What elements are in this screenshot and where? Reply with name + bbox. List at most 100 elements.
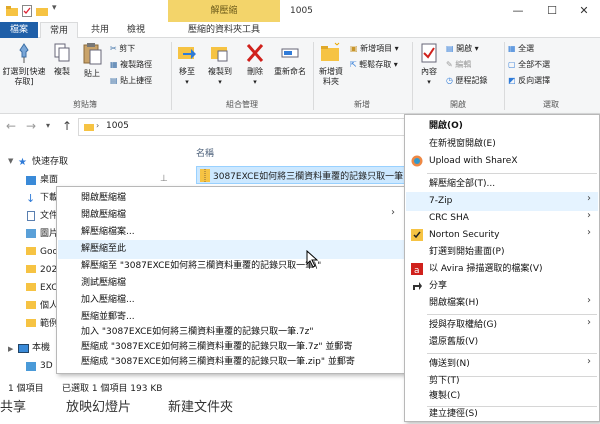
menu-separator (427, 314, 597, 315)
new-folder-label: 新增資料夾 (319, 67, 343, 86)
divider (504, 42, 505, 110)
address-path[interactable]: 1005 (106, 121, 129, 131)
new-folder-button[interactable]: 新增資料夾 (316, 42, 346, 87)
recent-locations-icon[interactable]: ▾ (46, 121, 50, 130)
nav-quick-access[interactable]: 快速存取 (32, 154, 68, 170)
menu-item-create-shortcut[interactable]: 建立捷徑(S) (429, 405, 478, 424)
back-arrow-icon[interactable]: ← (6, 119, 16, 133)
properties-label: 內容 (421, 67, 437, 76)
copy-path-button[interactable]: ▦ 複製路徑 (110, 60, 152, 70)
cut-label: 剪下 (119, 44, 136, 53)
open-icon: ▤ (446, 44, 457, 53)
pin-icon[interactable]: ⊥ (160, 174, 168, 184)
folder-icon (84, 122, 94, 132)
background-item-share: 共享 (0, 400, 27, 415)
nav-3d-objects[interactable]: 3D (40, 358, 53, 374)
tab-file[interactable]: 檔案 (0, 22, 38, 38)
copy-path-icon: ▦ (110, 60, 121, 69)
invert-selection-button[interactable]: ◩ 反向選擇 (508, 76, 550, 86)
norton-icon (411, 229, 423, 241)
move-to-label: 移至 (179, 67, 195, 76)
select-none-button[interactable]: ▢ 全部不選 (508, 60, 550, 70)
copy-label: 複製 (54, 67, 70, 76)
menu-item-open-with[interactable]: 開啟檔案(H) (429, 294, 479, 313)
status-selected: 已選取 1 個項目 193 KB (62, 384, 163, 394)
group-open: 開啟 (450, 100, 466, 109)
new-item-button[interactable]: ▣ 新增項目 ▾ (350, 44, 399, 54)
invert-selection-label: 反向選擇 (518, 76, 551, 85)
column-header-name[interactable]: 名稱 (196, 146, 214, 159)
tab-view[interactable]: 檢視 (118, 22, 154, 38)
menu-separator (427, 353, 597, 354)
paste-button[interactable]: 貼上 (78, 42, 106, 79)
properties-quick-icon[interactable] (22, 5, 32, 17)
tab-compressed-folder-tools[interactable]: 壓縮的資料夾工具 (168, 22, 280, 38)
rename-button[interactable]: 重新命名 (270, 42, 310, 77)
properties-button[interactable]: 內容 ▾ (416, 42, 442, 87)
scissors-icon: ✂ (110, 44, 120, 53)
group-select: 選取 (543, 100, 559, 109)
chevron-right-icon[interactable]: › (96, 121, 99, 130)
window-title: 1005 (290, 6, 313, 16)
menu-item-compress-zip-email[interactable]: 壓縮成 "3087EXCE如何將三欄資料重覆的記錄只取一筆.zip" 並郵寄 (81, 353, 355, 372)
svg-text:a: a (414, 266, 420, 275)
paste-label: 貼上 (84, 69, 100, 78)
divider (412, 42, 413, 110)
background-item-slideshow: 放映幻燈片 (66, 400, 132, 415)
3d-objects-icon (26, 362, 36, 371)
close-button[interactable]: ✕ (566, 0, 600, 22)
select-none-label: 全部不選 (518, 60, 551, 69)
easy-access-button[interactable]: ⇱ 輕鬆存取 ▾ (350, 60, 398, 70)
selected-file-row[interactable]: 3087EXCE如何將三欄資料重覆的記錄只取一筆.zip (196, 166, 412, 184)
chevron-down-icon[interactable]: ▼ (8, 157, 13, 165)
open-label: 開啟 (456, 44, 473, 53)
rename-icon (281, 48, 299, 58)
invert-selection-icon: ◩ (508, 76, 519, 85)
download-arrow-icon: ↓ (26, 192, 36, 205)
delete-button[interactable]: 刪除 ▾ (242, 42, 268, 87)
new-folder-quick-icon[interactable] (36, 5, 48, 17)
group-organize: 組合管理 (226, 100, 258, 109)
up-arrow-icon[interactable]: ↑ (62, 119, 72, 133)
move-to-button[interactable]: 移至 ▾ (174, 42, 200, 87)
pin-quick-access-button[interactable]: 釘選到[快速存取] (2, 42, 46, 87)
nav-this-pc[interactable]: 本機 (32, 340, 50, 356)
chevron-right-icon[interactable]: ▶ (8, 345, 13, 353)
tab-home[interactable]: 常用 (40, 22, 78, 38)
nav-folder-exc[interactable]: EXC (40, 280, 57, 296)
copy-button[interactable]: 複製 (48, 42, 76, 77)
menu-item-restore-versions[interactable]: 還原舊版(V) (429, 333, 478, 352)
properties-icon (421, 43, 437, 63)
edit-button[interactable]: ✎ 編輯 (446, 60, 471, 70)
history-button[interactable]: ◷ 歷程記錄 (446, 76, 488, 86)
mouse-cursor-icon (306, 249, 320, 271)
minimize-button[interactable]: — (500, 0, 536, 22)
menu-item-copy[interactable]: 複製(C) (429, 387, 460, 406)
chevron-right-icon: › (587, 317, 591, 328)
new-folder-icon (321, 42, 340, 61)
folder-icon (26, 319, 36, 327)
folder-icon (26, 301, 36, 309)
copy-to-icon (211, 47, 228, 62)
contextual-tab-header: 解壓縮 (168, 0, 280, 22)
tab-share[interactable]: 共用 (82, 22, 118, 38)
forward-arrow-icon[interactable]: → (26, 119, 36, 133)
open-button[interactable]: ▤ 開啟 ▾ (446, 44, 479, 54)
menu-item-upload-sharex[interactable]: Upload with ShareX (429, 152, 518, 171)
quick-access-dropdown-icon[interactable]: ▾ (52, 3, 57, 13)
copy-to-button[interactable]: 複製到 ▾ (204, 42, 236, 87)
paste-shortcut-button[interactable]: ▤ 貼上捷徑 (110, 76, 152, 86)
clipboard-icon (83, 43, 102, 65)
edit-label: 編輯 (455, 60, 472, 69)
delete-x-icon (246, 44, 264, 62)
history-icon: ◷ (446, 76, 456, 85)
easy-access-label: 輕鬆存取 (359, 60, 392, 69)
menu-item-open[interactable]: 開啟(O) (429, 117, 463, 136)
cut-button[interactable]: ✂ 剪下 (110, 44, 135, 54)
easy-access-icon: ⇱ (350, 60, 360, 69)
this-pc-icon (18, 344, 29, 353)
new-item-label: 新增項目 (360, 44, 393, 53)
select-all-button[interactable]: ▦ 全選 (508, 44, 534, 54)
new-item-icon: ▣ (350, 44, 361, 53)
maximize-button[interactable]: ☐ (534, 0, 570, 22)
